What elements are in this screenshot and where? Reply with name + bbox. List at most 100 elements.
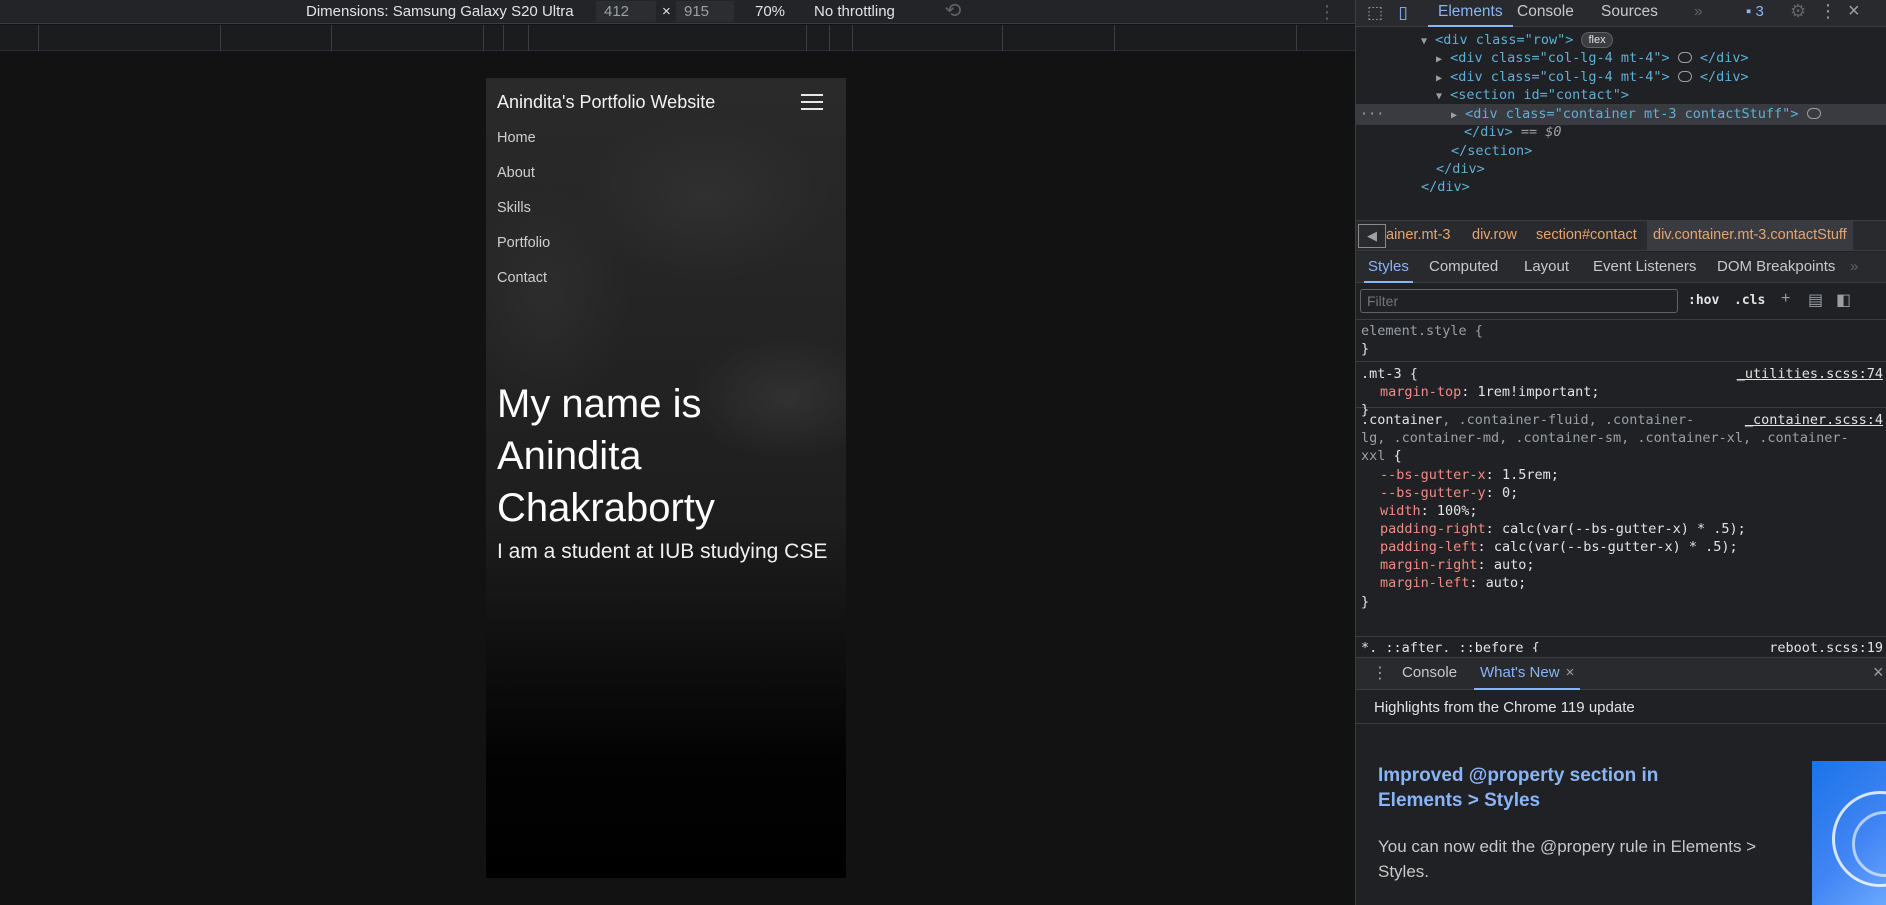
breadcrumb-item[interactable]: div.row — [1472, 227, 1517, 243]
device-dimensions-dropdown[interactable]: Dimensions: Samsung Galaxy S20 Ultra — [306, 3, 574, 20]
dom-node-close: </div> — [1436, 161, 1485, 177]
rule-source-link[interactable]: _container.scss:4 — [1745, 411, 1883, 429]
css-value: auto; — [1493, 557, 1535, 573]
drawer-tab-whats-new[interactable]: What's New × — [1474, 658, 1581, 690]
hero-subtitle: I am a student at IUB studying CSE — [497, 540, 828, 563]
tab-computed[interactable]: Computed — [1429, 252, 1498, 283]
collapse-arrow-icon[interactable]: ▼ — [1421, 36, 1427, 47]
flex-badge[interactable]: flex — [1581, 32, 1613, 48]
css-declaration[interactable]: margin-top: 1rem!important; — [1380, 383, 1599, 401]
breadcrumb-item-active[interactable]: div.container.mt-3.contactStuff — [1647, 221, 1853, 250]
tab-styles[interactable]: Styles — [1364, 252, 1413, 283]
devtools-more-icon[interactable]: ⋮ — [1819, 1, 1837, 22]
new-rule-icon[interactable]: + — [1781, 290, 1790, 308]
tab-console[interactable]: Console — [1517, 0, 1574, 27]
drawer-menu-icon[interactable]: ⋮ — [1372, 663, 1388, 683]
breadcrumb-item[interactable]: section#contact — [1536, 227, 1637, 243]
dom-node-selected[interactable]: ··· ▶ <div class="container mt-3 contact… — [1356, 104, 1886, 125]
hamburger-menu-icon[interactable] — [801, 94, 823, 111]
device-width-input[interactable]: 412 — [596, 1, 656, 22]
ruler-tick — [528, 25, 529, 51]
navbar-brand[interactable]: Anindita's Portfolio Website — [497, 92, 715, 113]
device-toolbar: Dimensions: Samsung Galaxy S20 Ultra 412… — [0, 0, 1355, 24]
paint-icon[interactable]: ▤ — [1808, 290, 1823, 310]
rule-source-link[interactable]: _utilities.scss:74 — [1737, 365, 1883, 383]
device-toggle-icon[interactable]: ▯ — [1392, 2, 1414, 24]
collapse-arrow-icon[interactable]: ▼ — [1436, 91, 1442, 102]
breadcrumb-scroll-left-icon[interactable]: ◀ — [1358, 224, 1386, 248]
dom-node-text: <div class="row"> — [1435, 32, 1574, 48]
collapsed-content-icon[interactable] — [1677, 52, 1692, 63]
css-value: 1.5rem; — [1501, 467, 1559, 483]
css-declaration[interactable]: margin-left: auto; — [1380, 574, 1526, 592]
feature-title-link[interactable]: Improved @property section in Elements >… — [1378, 763, 1718, 813]
dom-node-section[interactable]: ▼ <section id="contact"> — [1436, 85, 1629, 106]
styles-filter-input[interactable] — [1360, 289, 1678, 313]
dom-node-col[interactable]: ▶ <div class="col-lg-4 mt-4"> </div> — [1436, 48, 1749, 69]
close-tab-icon[interactable]: × — [1566, 664, 1575, 681]
nav-link-about[interactable]: About — [497, 163, 550, 198]
collapsed-content-icon[interactable] — [1677, 71, 1692, 82]
css-property: padding-right — [1380, 521, 1486, 537]
css-declaration[interactable]: padding-right: calc(var(--bs-gutter-x) *… — [1380, 520, 1746, 538]
throttling-dropdown[interactable]: No throttling — [814, 3, 895, 20]
css-declaration[interactable]: --bs-gutter-x: 1.5rem; — [1380, 466, 1559, 484]
style-rule-container[interactable]: .container, .container-fluid, .container… — [1356, 409, 1886, 637]
sidebar-toggle-icon[interactable]: ◧ — [1836, 290, 1851, 310]
settings-gear-icon[interactable]: ⚙ — [1790, 1, 1806, 22]
more-options-icon[interactable]: ⋮ — [1318, 1, 1336, 23]
styles-pane: element.style { } .mt-3 { _utilities.scs… — [1356, 320, 1886, 652]
css-value: 1rem!important; — [1477, 384, 1600, 400]
css-declaration[interactable]: padding-left: calc(var(--bs-gutter-x) * … — [1380, 538, 1738, 556]
drawer-tab-console[interactable]: Console — [1402, 658, 1457, 690]
breadcrumb-item[interactable]: ainer.mt-3 — [1386, 227, 1450, 243]
more-tabs-icon[interactable]: » — [1850, 252, 1858, 283]
nav-link-home[interactable]: Home — [497, 128, 550, 163]
rotate-icon[interactable]: ⟲ — [940, 0, 966, 24]
tab-elements[interactable]: Elements — [1428, 0, 1513, 27]
dom-node-close-row[interactable]: </div> — [1421, 177, 1470, 198]
css-declaration[interactable]: margin-right: auto; — [1380, 556, 1534, 574]
drawer-close-icon[interactable]: × — [1873, 662, 1884, 683]
zoom-dropdown[interactable]: 70% — [755, 3, 785, 20]
issues-badge[interactable]: ▪ 3 — [1746, 3, 1764, 20]
nav-link-skills[interactable]: Skills — [497, 198, 550, 233]
rule-source-link[interactable]: _reboot.scss:19 — [1761, 639, 1883, 652]
rule-close: } — [1361, 341, 1370, 357]
nav-link-portfolio[interactable]: Portfolio — [497, 233, 550, 268]
tab-layout[interactable]: Layout — [1524, 252, 1569, 283]
nav-link-contact[interactable]: Contact — [497, 268, 550, 303]
device-height-input[interactable]: 915 — [676, 1, 734, 22]
css-declaration[interactable]: width: 100%; — [1380, 502, 1478, 520]
expand-arrow-icon[interactable]: ▶ — [1436, 73, 1442, 84]
more-tabs-icon[interactable]: » — [1694, 0, 1703, 27]
cls-toggle[interactable]: .cls — [1734, 293, 1765, 308]
hov-toggle[interactable]: :hov — [1688, 293, 1719, 308]
style-rule-universal[interactable]: *, ::after, ::before { _reboot.scss:19 — [1356, 638, 1886, 652]
dom-node-close: </div> — [1421, 179, 1470, 195]
tab-dom-breakpoints[interactable]: DOM Breakpoints — [1717, 252, 1835, 283]
dom-node-close-row[interactable]: </div> == $0 — [1464, 122, 1562, 143]
expand-arrow-icon[interactable]: ▶ — [1436, 54, 1442, 65]
media-query-ruler[interactable] — [0, 25, 1355, 51]
devtools-close-icon[interactable]: × — [1848, 0, 1860, 23]
rule-close: } — [1361, 594, 1370, 610]
css-property: margin-right — [1380, 557, 1478, 573]
emulated-page: Anindita's Portfolio Website Home About … — [486, 78, 846, 878]
css-declaration[interactable]: --bs-gutter-y: 0; — [1380, 484, 1518, 502]
rule-selector: element.style { — [1361, 323, 1483, 339]
drawer-tabbar: ⋮ Console What's New × × — [1356, 657, 1886, 690]
style-rule-element[interactable]: element.style { } — [1356, 320, 1886, 362]
collapsed-content-icon[interactable] — [1806, 108, 1821, 119]
style-rule-mt3[interactable]: .mt-3 { _utilities.scss:74 margin-top: 1… — [1356, 363, 1886, 418]
gutter-dots-icon[interactable]: ··· — [1360, 104, 1384, 125]
tab-sources[interactable]: Sources — [1601, 0, 1658, 27]
inspect-element-icon[interactable]: ⬚ — [1364, 2, 1386, 24]
dom-node-text: <div class="col-lg-4 mt-4"> — [1450, 50, 1670, 66]
feature-description: You can now edit the @propery rule in El… — [1378, 837, 1757, 881]
issues-count: 3 — [1755, 3, 1764, 20]
dom-node-text: <div class="col-lg-4 mt-4"> — [1450, 69, 1670, 85]
expand-arrow-icon[interactable]: ▶ — [1451, 110, 1457, 121]
tab-event-listeners[interactable]: Event Listeners — [1593, 252, 1696, 283]
dom-node-close: </div> — [1464, 124, 1513, 140]
